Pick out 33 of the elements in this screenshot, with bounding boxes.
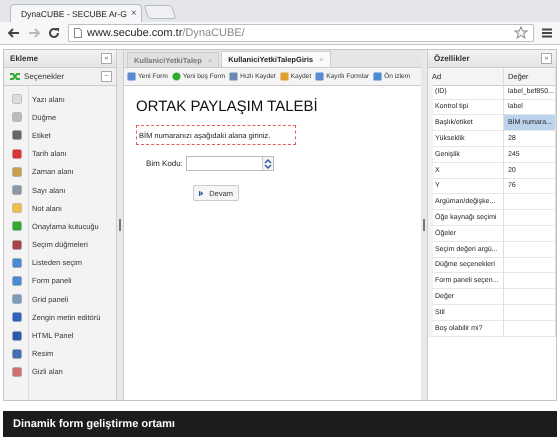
new-tab-button[interactable] bbox=[143, 5, 177, 19]
address-bar[interactable]: www.secube.com.tr/DynaCUBE/ bbox=[68, 24, 534, 42]
property-value[interactable] bbox=[504, 273, 556, 290]
number-field[interactable] bbox=[186, 156, 274, 171]
forward-icon[interactable] bbox=[28, 28, 40, 38]
star-icon[interactable] bbox=[514, 26, 528, 40]
reload-icon[interactable] bbox=[48, 27, 60, 39]
property-value[interactable] bbox=[504, 242, 556, 258]
browser-tab[interactable]: DynaCUBE - SECUBE Ar-G × bbox=[10, 4, 142, 22]
property-value[interactable] bbox=[504, 258, 556, 274]
panel-title: Özellikler bbox=[434, 54, 470, 63]
close-tab-button[interactable]: × bbox=[130, 8, 137, 19]
splitter-handle[interactable] bbox=[119, 219, 121, 231]
form-title: ORTAK PAYLAŞIM TALEBİ bbox=[136, 98, 319, 115]
spinner-icon[interactable] bbox=[264, 158, 272, 170]
property-value[interactable] bbox=[504, 226, 556, 242]
menu-icon[interactable] bbox=[542, 28, 552, 38]
section-title: Seçenekler bbox=[24, 72, 66, 81]
caption-bar: Dinamik form geliştirme ortamı bbox=[3, 411, 557, 437]
property-value[interactable] bbox=[504, 194, 556, 210]
next-icon bbox=[199, 188, 204, 198]
property-value[interactable] bbox=[504, 304, 556, 321]
field-label: Bim Kodu: bbox=[146, 159, 183, 168]
shuffle-icon bbox=[10, 72, 20, 81]
splitter-handle[interactable] bbox=[423, 219, 425, 231]
page-icon bbox=[74, 28, 82, 38]
url-text: www.secube.com.tr/DynaCUBE/ bbox=[87, 27, 245, 39]
property-value[interactable] bbox=[504, 210, 556, 226]
panel-title: Ekleme bbox=[10, 54, 38, 63]
property-value[interactable] bbox=[504, 320, 556, 337]
back-icon[interactable] bbox=[8, 28, 20, 38]
property-value[interactable] bbox=[504, 289, 556, 305]
tab-title: DynaCUBE - SECUBE Ar-G bbox=[21, 8, 127, 18]
